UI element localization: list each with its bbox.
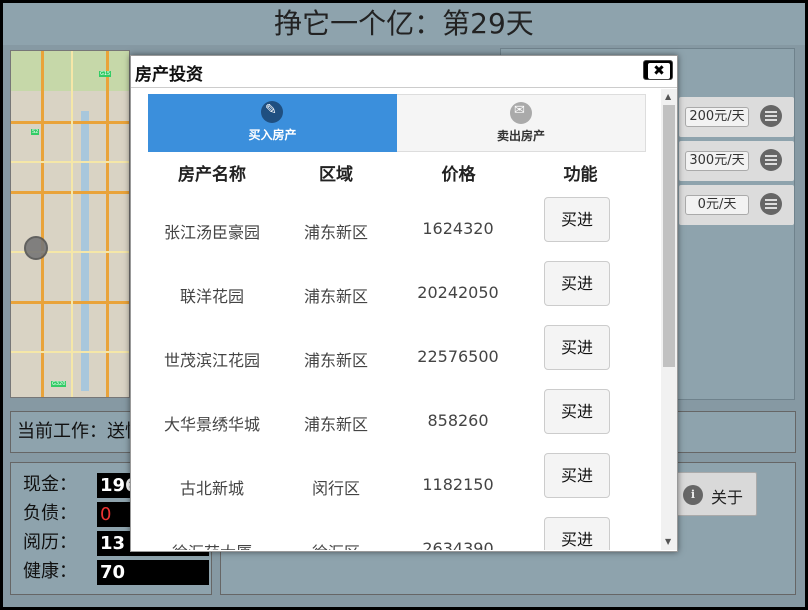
rate-chip: 300元/天 <box>685 151 749 171</box>
property-district: 浦东新区 <box>303 223 368 242</box>
dialog-header: 房产投资 ✖ <box>131 56 677 88</box>
close-button[interactable]: ✖ <box>643 60 673 80</box>
property-price: 20242050 <box>417 283 499 302</box>
list-icon[interactable] <box>760 149 782 171</box>
property-name: 联洋花园 <box>179 287 244 306</box>
tab-label: 买入房产 <box>248 128 297 142</box>
property-price: 1182150 <box>422 475 494 494</box>
stat-health: 健康： 70 <box>23 559 209 585</box>
property-district: 浦东新区 <box>303 415 368 434</box>
tab-buy-property[interactable]: 买入房产 <box>148 94 397 152</box>
property-name: 世茂滨江花园 <box>163 351 260 370</box>
dialog-body: 买入房产 卖出房产 房产名称 区域 价格 功能 张江汤臣豪园 浦东新区 1624… <box>131 89 661 550</box>
stat-debt: 负债： 0 <box>23 501 209 527</box>
property-price: 22576500 <box>417 347 499 366</box>
map-badge: G15 <box>99 71 112 77</box>
table-row: 联洋花园 浦东新区 20242050 买进 <box>131 261 661 325</box>
property-price: 1624320 <box>422 219 494 238</box>
property-district: 闵行区 <box>311 479 360 498</box>
property-name: 张江汤臣豪园 <box>163 223 260 242</box>
stat-value: 70 <box>97 560 209 585</box>
info-icon: i <box>683 485 703 505</box>
map-road <box>106 51 109 397</box>
property-price: 858260 <box>427 411 489 430</box>
column-header-name: 房产名称 <box>178 165 246 185</box>
property-district: 浦东新区 <box>303 287 368 306</box>
dialog-title: 房产投资 <box>135 65 203 85</box>
list-icon[interactable] <box>760 193 782 215</box>
property-name: 徐汇苑大厦 <box>151 539 273 550</box>
rate-item: 0元/天 <box>679 185 794 225</box>
city-map[interactable]: G15 S2 G320 <box>10 50 130 398</box>
buy-button[interactable]: 买进 <box>544 453 610 498</box>
tab-label: 卖出房产 <box>496 129 545 143</box>
map-badge: G320 <box>51 381 67 387</box>
buy-button[interactable]: 买进 <box>544 325 610 370</box>
mail-icon <box>510 102 532 124</box>
page-title: 挣它一个亿：第29天 <box>3 3 805 45</box>
column-header-district: 区域 <box>319 165 353 185</box>
property-district: 浦东新区 <box>303 351 368 370</box>
property-district: 徐汇区 <box>291 539 381 550</box>
column-header-price: 价格 <box>441 165 476 185</box>
rate-item: 300元/天 <box>679 141 794 181</box>
scrollbar-thumb[interactable] <box>663 105 675 367</box>
property-name: 大华景绣华城 <box>163 415 260 434</box>
map-road <box>41 51 44 397</box>
stat-cash: 现金： 1960 <box>23 472 209 498</box>
table-row: 张江汤臣豪园 浦东新区 1624320 买进 <box>131 197 661 261</box>
property-price: 2634390 <box>422 539 494 550</box>
scroll-down-arrow-icon[interactable]: ▼ <box>665 537 671 546</box>
map-badge: S2 <box>31 129 40 135</box>
column-header-action: 功能 <box>563 165 598 185</box>
stat-label: 负债： <box>23 503 77 524</box>
player-location-marker[interactable] <box>24 236 48 260</box>
stat-label: 现金： <box>23 474 77 495</box>
stat-experience: 阅历： 13 <box>23 530 209 556</box>
about-label: 关于 <box>711 488 744 507</box>
buy-button[interactable]: 买进 <box>544 261 610 306</box>
rate-chip: 0元/天 <box>685 195 749 215</box>
buy-button[interactable]: 买进 <box>544 517 610 550</box>
dialog-scrollbar[interactable]: ▲ ▼ <box>661 89 677 550</box>
stat-label: 健康： <box>23 561 77 582</box>
pencil-icon <box>261 101 283 123</box>
map-road <box>71 51 73 397</box>
stat-label: 阅历： <box>23 532 77 553</box>
property-name: 古北新城 <box>179 479 244 498</box>
close-icon: ✖ <box>648 63 670 79</box>
property-investment-dialog: 房产投资 ✖ 买入房产 卖出房产 房产名称 区域 价格 功能 张江汤臣豪园 浦东… <box>130 55 678 552</box>
about-button[interactable]: i 关于 <box>676 472 757 516</box>
buy-button[interactable]: 买进 <box>544 389 610 434</box>
tab-sell-property[interactable]: 卖出房产 <box>397 94 646 152</box>
list-icon[interactable] <box>760 105 782 127</box>
table-row: 徐汇苑大厦 徐汇区 2634390 买进 <box>131 517 661 550</box>
scroll-up-arrow-icon[interactable]: ▲ <box>665 92 671 101</box>
rate-chip: 200元/天 <box>685 107 749 127</box>
table-row: 世茂滨江花园 浦东新区 22576500 买进 <box>131 325 661 389</box>
table-row: 大华景绣华城 浦东新区 858260 买进 <box>131 389 661 453</box>
rate-item: 200元/天 <box>679 97 794 137</box>
table-row: 古北新城 闵行区 1182150 买进 <box>131 453 661 517</box>
buy-button[interactable]: 买进 <box>544 197 610 242</box>
